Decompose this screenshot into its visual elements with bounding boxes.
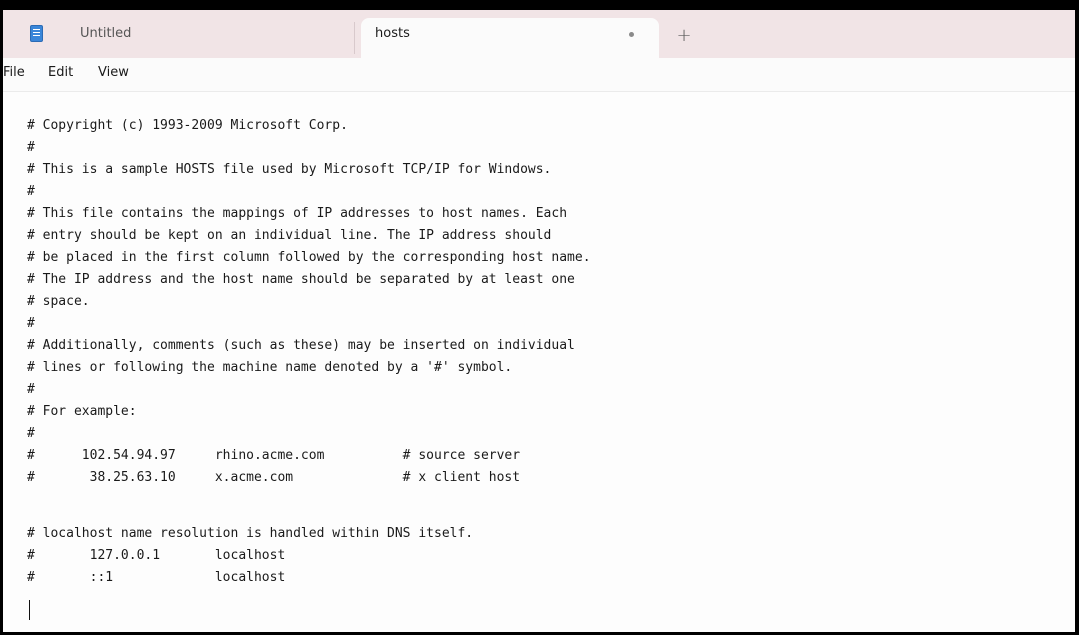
tab-hosts[interactable]: hosts (361, 18, 659, 58)
menu-edit[interactable]: Edit (48, 58, 73, 91)
tab-untitled[interactable]: Untitled (65, 22, 355, 54)
editor-line: # 102.54.94.97 rhino.acme.com # source s… (27, 448, 521, 463)
text-editor[interactable]: # Copyright (c) 1993-2009 Microsoft Corp… (3, 92, 1075, 632)
editor-line: # ::1 localhost (27, 570, 286, 585)
editor-line: # This is a sample HOSTS file used by Mi… (27, 162, 552, 177)
editor-line: # (27, 140, 35, 155)
text-caret (29, 600, 30, 620)
notepad-app-icon (30, 25, 43, 42)
editor-line: # localhost name resolution is handled w… (27, 526, 474, 541)
editor-line: # For example: (27, 404, 137, 419)
editor-line: # be placed in the first column followed… (27, 250, 591, 265)
editor-line: # Copyright (c) 1993-2009 Microsoft Corp… (27, 118, 348, 133)
new-tab-button[interactable]: + (669, 24, 699, 50)
editor-line: # lines or following the machine name de… (27, 360, 513, 375)
editor-line: # (27, 382, 35, 397)
editor-line: # entry should be kept on an individual … (27, 228, 552, 243)
editor-line: # This file contains the mappings of IP … (27, 206, 568, 221)
tab-untitled-label: Untitled (80, 26, 132, 41)
tab-hosts-label: hosts (375, 26, 410, 41)
unsaved-dot-icon[interactable] (629, 32, 634, 37)
editor-line: # Additionally, comments (such as these)… (27, 338, 575, 353)
notepad-window: Untitled hosts + File Edit View # Copyri… (3, 10, 1075, 632)
menu-bar: File Edit View (3, 58, 1075, 92)
editor-line: # 38.25.63.10 x.acme.com # x client host (27, 470, 521, 485)
editor-line: # (27, 426, 35, 441)
editor-line: # (27, 316, 35, 331)
tab-bar: Untitled hosts + (3, 10, 1075, 58)
editor-line: # space. (27, 294, 90, 309)
menu-file[interactable]: File (3, 58, 25, 91)
editor-line: # 127.0.0.1 localhost (27, 548, 286, 563)
editor-line: # The IP address and the host name shoul… (27, 272, 575, 287)
editor-line: # (27, 184, 35, 199)
menu-view[interactable]: View (98, 58, 129, 91)
